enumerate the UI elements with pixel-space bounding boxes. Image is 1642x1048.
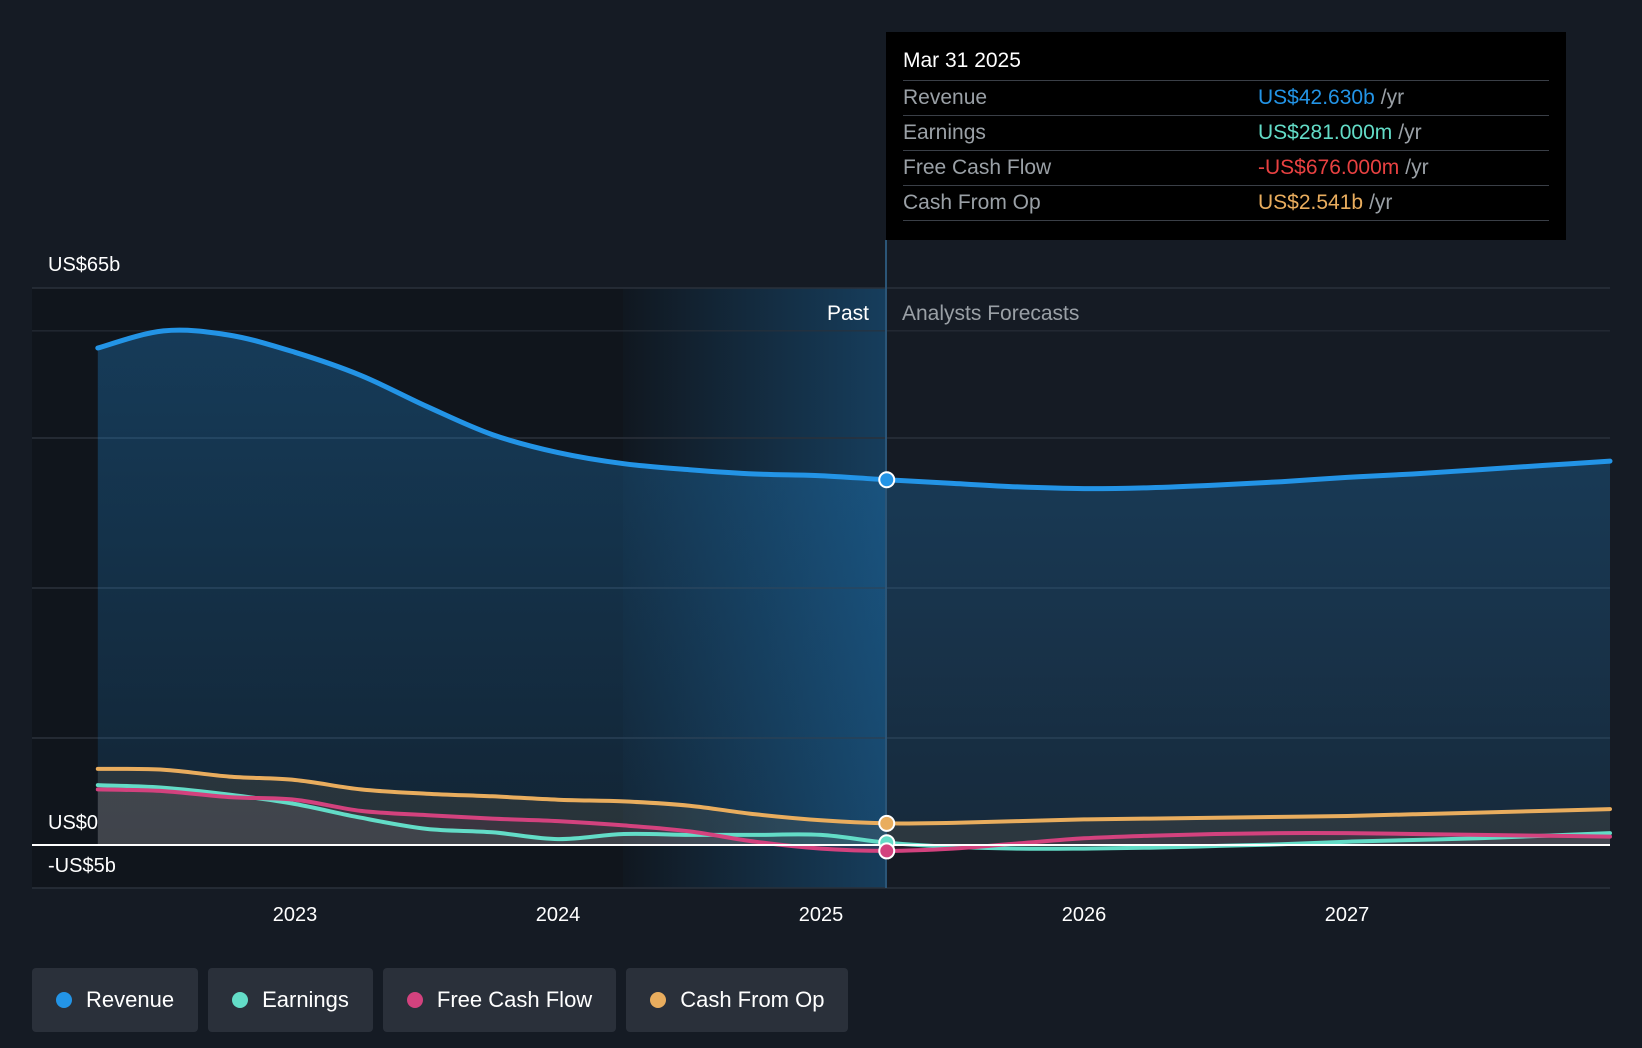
x-tick-label: 2023 xyxy=(273,904,318,926)
tooltip-value: US$2.541b xyxy=(1258,191,1364,214)
tooltip-row-earnings: Earnings US$281.000m /yr xyxy=(903,115,1549,150)
earnings-dot-icon xyxy=(232,992,249,1008)
legend-item-cash-from-op[interactable]: Cash From Op xyxy=(626,968,849,1032)
tooltip-value: -US$676.000m xyxy=(1258,156,1400,179)
tooltip-label: Cash From Op xyxy=(903,191,1041,214)
tooltip-row-cash-from-op: Cash From Op US$2.541b /yr xyxy=(903,185,1549,221)
y-label-top: US$65b xyxy=(48,254,120,276)
x-tick-label: 2025 xyxy=(799,904,844,926)
legend-label: Free Cash Flow xyxy=(436,987,593,1012)
tooltip-label: Revenue xyxy=(903,86,988,109)
tooltip-value: US$42.630b xyxy=(1258,86,1375,109)
tooltip-label: Free Cash Flow xyxy=(903,156,1052,179)
tooltip-value: US$281.000m xyxy=(1258,121,1393,144)
legend-item-revenue[interactable]: Revenue xyxy=(32,968,199,1032)
legend-item-free-cash-flow[interactable]: Free Cash Flow xyxy=(382,968,617,1032)
cash-from-op-dot-icon xyxy=(650,992,667,1008)
y-label-bottom: -US$5b xyxy=(48,855,116,877)
forecast-label: Analysts Forecasts xyxy=(902,302,1079,325)
chart-container: US$65b US$0 -US$5b Past Analysts Forecas… xyxy=(0,0,1642,1048)
legend-label: Cash From Op xyxy=(680,987,825,1012)
tooltip-unit: /yr xyxy=(1405,156,1429,179)
legend-label: Earnings xyxy=(262,987,349,1012)
free-cash-flow-dot-icon xyxy=(406,992,423,1008)
legend: Revenue Earnings Free Cash Flow Cash Fro… xyxy=(32,968,849,1032)
x-tick-label: 2026 xyxy=(1062,904,1107,926)
revenue-dot-icon xyxy=(56,992,72,1008)
cash-from-op-marker xyxy=(878,814,896,832)
past-label: Past xyxy=(827,302,869,325)
tooltip-row-revenue: Revenue US$42.630b /yr xyxy=(903,80,1549,115)
tooltip-unit: /yr xyxy=(1398,121,1422,144)
x-tick-label: 2024 xyxy=(536,904,581,926)
tooltip-unit: /yr xyxy=(1380,86,1405,109)
tooltip-row-free-cash-flow: Free Cash Flow -US$676.000m /yr xyxy=(903,150,1549,185)
tooltip-label: Earnings xyxy=(903,121,986,144)
y-label-zero: US$0 xyxy=(48,812,98,834)
free-cash-flow-marker xyxy=(878,842,896,860)
data-tooltip: Mar 31 2025 Revenue US$42.630b /yr Earni… xyxy=(886,32,1566,240)
x-tick-label: 2027 xyxy=(1325,904,1370,926)
legend-item-earnings[interactable]: Earnings xyxy=(208,968,373,1032)
tooltip-date: Mar 31 2025 xyxy=(903,49,1021,72)
tooltip-unit: /yr xyxy=(1369,191,1393,214)
revenue-marker xyxy=(878,471,896,489)
legend-label: Revenue xyxy=(86,987,175,1012)
x-axis-ticks: 2023 2024 2025 2026 2027 xyxy=(273,904,1370,926)
